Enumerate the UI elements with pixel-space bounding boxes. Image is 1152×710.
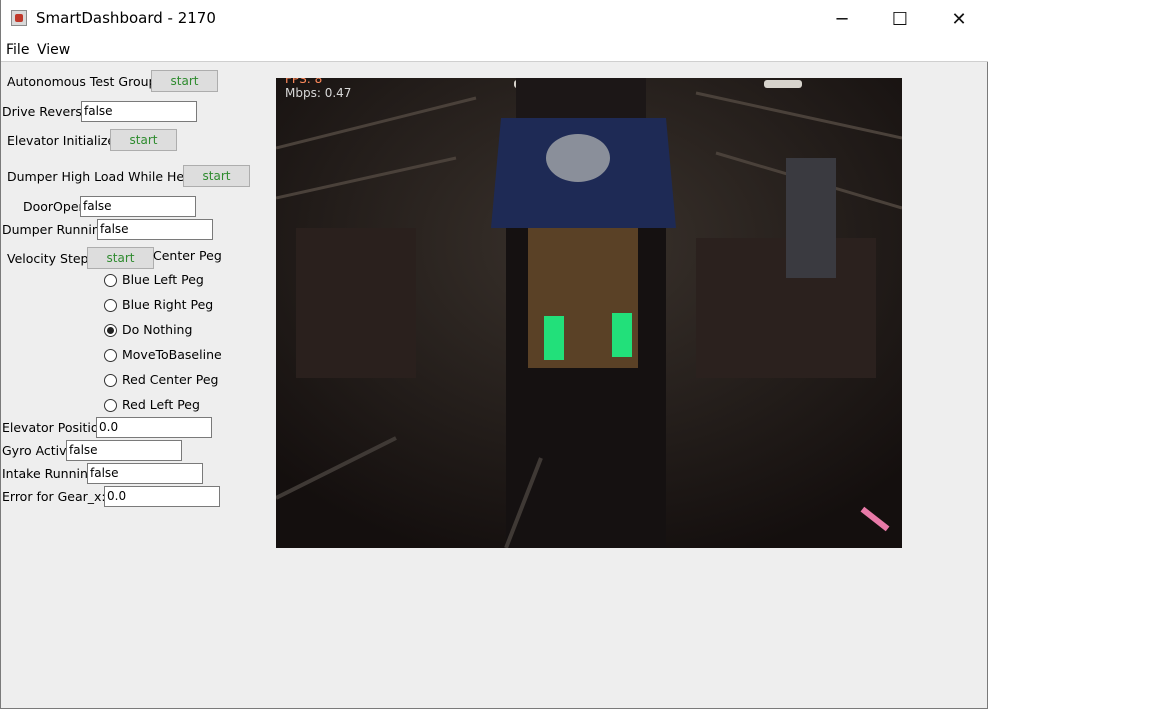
ceiling-light (764, 80, 802, 88)
door-open-field[interactable]: false (80, 196, 196, 217)
radio-selected-icon (104, 323, 117, 337)
radio-blue-right-peg[interactable]: Blue Right Peg (104, 295, 213, 315)
door-open-label: DoorOpen (23, 199, 87, 214)
autonomous-test-group-label: Autonomous Test Group (7, 74, 157, 89)
radio-red-left-peg[interactable]: Red Left Peg (104, 395, 200, 415)
radio-label: Red Left Peg (122, 397, 200, 412)
fps-readout: FPS: 8 (285, 78, 323, 86)
radio-circle-icon (104, 273, 117, 287)
radio-move-to-baseline[interactable]: MoveToBaseline (104, 345, 222, 365)
shirt-logo (546, 134, 610, 182)
chooser-option-center-peg[interactable]: Center Peg (153, 248, 222, 264)
retroreflective-tape-left (544, 316, 564, 360)
maximize-icon: ☐ (891, 8, 909, 30)
radio-red-center-peg[interactable]: Red Center Peg (104, 370, 218, 390)
radio-label: Red Center Peg (122, 372, 219, 387)
intake-running-field[interactable]: false (87, 463, 203, 484)
radio-circle-icon (104, 398, 117, 412)
error-gear-x-field[interactable]: 0.0 (104, 486, 220, 507)
menu-file[interactable]: File (6, 42, 29, 58)
close-button[interactable]: ✕ (930, 0, 988, 38)
elevator-position-label: Elevator Position (2, 420, 107, 435)
gyro-active-label: Gyro Active (2, 443, 75, 458)
retroreflective-tape-right (612, 313, 632, 357)
mbps-readout: Mbps: 0.47 (285, 86, 352, 100)
velocity-step-label: Velocity Step (7, 251, 89, 266)
autonomous-test-group-start-button[interactable]: start (151, 70, 218, 92)
radio-circle-icon (104, 373, 117, 387)
dumper-high-load-label: Dumper High Load While Held (7, 169, 196, 184)
gyro-active-field[interactable]: false (66, 440, 182, 461)
minimize-button[interactable]: ─ (813, 0, 871, 38)
dumper-high-load-start-button[interactable]: start (183, 165, 250, 187)
drive-reverse-field[interactable]: false (81, 101, 197, 122)
dumper-running-label: Dumper Running (2, 222, 108, 237)
elevator-position-field[interactable]: 0.0 (96, 417, 212, 438)
radio-label: Blue Left Peg (122, 272, 204, 287)
person-head-area (516, 78, 646, 118)
title-bar: SmartDashboard - 2170 ─ ☐ ✕ (1, 0, 988, 38)
camera-stream-view: FPS: 8 Mbps: 0.47 (276, 78, 902, 548)
radio-circle-icon (104, 348, 117, 362)
minimize-icon: ─ (836, 8, 848, 30)
maximize-button[interactable]: ☐ (871, 0, 929, 38)
banner-right (786, 158, 836, 278)
radio-label: Blue Right Peg (122, 297, 214, 312)
elevator-initialize-label: Elevator Initialize (7, 133, 116, 148)
menu-view[interactable]: View (37, 42, 70, 58)
camera-image (276, 78, 902, 548)
radio-label: MoveToBaseline (122, 347, 222, 362)
window-title: SmartDashboard - 2170 (36, 9, 216, 27)
radio-circle-icon (104, 298, 117, 312)
smartdashboard-window: SmartDashboard - 2170 ─ ☐ ✕ File View Au… (0, 0, 988, 709)
dumper-running-field[interactable]: false (97, 219, 213, 240)
radio-blue-left-peg[interactable]: Blue Left Peg (104, 270, 204, 290)
java-app-icon (11, 10, 27, 26)
intake-running-label: Intake Running (2, 466, 96, 481)
error-gear-x-label: Error for Gear_x: (2, 489, 106, 504)
elevator-initialize-start-button[interactable]: start (110, 129, 177, 151)
menu-bar: File View (1, 38, 988, 62)
crowd-left (296, 228, 416, 378)
velocity-step-start-button[interactable]: start (87, 247, 154, 269)
close-icon: ✕ (951, 8, 967, 30)
radio-do-nothing[interactable]: Do Nothing (104, 320, 192, 340)
drive-reverse-label: Drive Reverse (2, 104, 90, 119)
radio-label: Do Nothing (122, 322, 193, 337)
